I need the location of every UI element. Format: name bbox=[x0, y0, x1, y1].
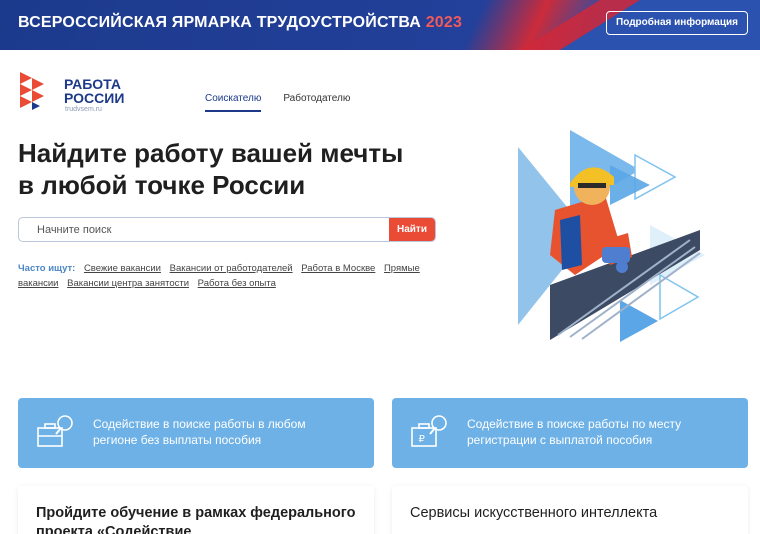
page-title-line2: в любой точке России bbox=[18, 170, 306, 200]
logo[interactable]: РАБОТА РОССИИ trudvsem.ru bbox=[18, 70, 148, 116]
popular-searches: Часто ищут: Свежие вакансии Вакансии от … bbox=[18, 261, 448, 291]
hero-worker-illustration bbox=[518, 130, 705, 342]
tab-job-seeker[interactable]: Соискателю bbox=[205, 93, 262, 112]
popular-searches-label: Часто ищут: bbox=[18, 263, 76, 274]
card-ai-services-title: Сервисы искусственного интеллекта bbox=[410, 505, 658, 521]
popular-link-employers[interactable]: Вакансии от работодателей bbox=[170, 263, 293, 274]
card-ai-services[interactable]: Сервисы искусственного интеллекта bbox=[392, 486, 748, 534]
logo-text-line2: РОССИИ bbox=[64, 90, 125, 106]
search-input[interactable] bbox=[19, 218, 391, 241]
search-button[interactable]: Найти bbox=[389, 218, 435, 241]
card-search-registration-text: Содействие в поиске работы по месту реги… bbox=[467, 417, 682, 447]
card-training[interactable]: Пройдите обучение в рамках федерального … bbox=[18, 486, 374, 534]
popular-link-moscow[interactable]: Работа в Москве bbox=[301, 263, 375, 274]
banner-title: ВСЕРОССИЙСКАЯ ЯРМАРКА ТРУДОУСТРОЙСТВА 20… bbox=[18, 14, 463, 31]
logo-text-line1: РАБОТА bbox=[64, 76, 121, 92]
logo-arrows-icon bbox=[20, 72, 44, 110]
top-banner: ВСЕРОССИЙСКАЯ ЯРМАРКА ТРУДОУСТРОЙСТВА 20… bbox=[0, 0, 760, 50]
svg-text:₽: ₽ bbox=[419, 434, 426, 445]
page-title-line1: Найдите работу вашей мечты bbox=[18, 138, 404, 168]
banner-year: 2023 bbox=[425, 14, 463, 31]
audience-tabs: Соискателю Работодателю bbox=[205, 93, 350, 112]
card-search-any-region[interactable]: Содействие в поиске работы в любом регио… bbox=[18, 398, 374, 468]
briefcase-ruble-search-icon: ₽ bbox=[411, 415, 447, 447]
search-bar: Найти bbox=[18, 217, 436, 242]
card-training-title: Пройдите обучение в рамках федерального … bbox=[36, 505, 356, 534]
card-search-any-region-text: Содействие в поиске работы в любом регио… bbox=[93, 417, 306, 447]
popular-link-fresh[interactable]: Свежие вакансии bbox=[84, 263, 161, 274]
page-title: Найдите работу вашей мечты в любой точке… bbox=[18, 137, 458, 201]
briefcase-search-icon bbox=[37, 415, 73, 447]
details-button[interactable]: Подробная информация bbox=[606, 11, 748, 35]
popular-link-center[interactable]: Вакансии центра занятости bbox=[67, 278, 189, 289]
card-search-registration[interactable]: ₽ Содействие в поиске работы по месту ре… bbox=[392, 398, 748, 468]
tab-employer[interactable]: Работодателю bbox=[283, 93, 350, 112]
popular-link-no-experience[interactable]: Работа без опыта bbox=[198, 278, 276, 289]
logo-subtitle: trudvsem.ru bbox=[65, 106, 102, 113]
